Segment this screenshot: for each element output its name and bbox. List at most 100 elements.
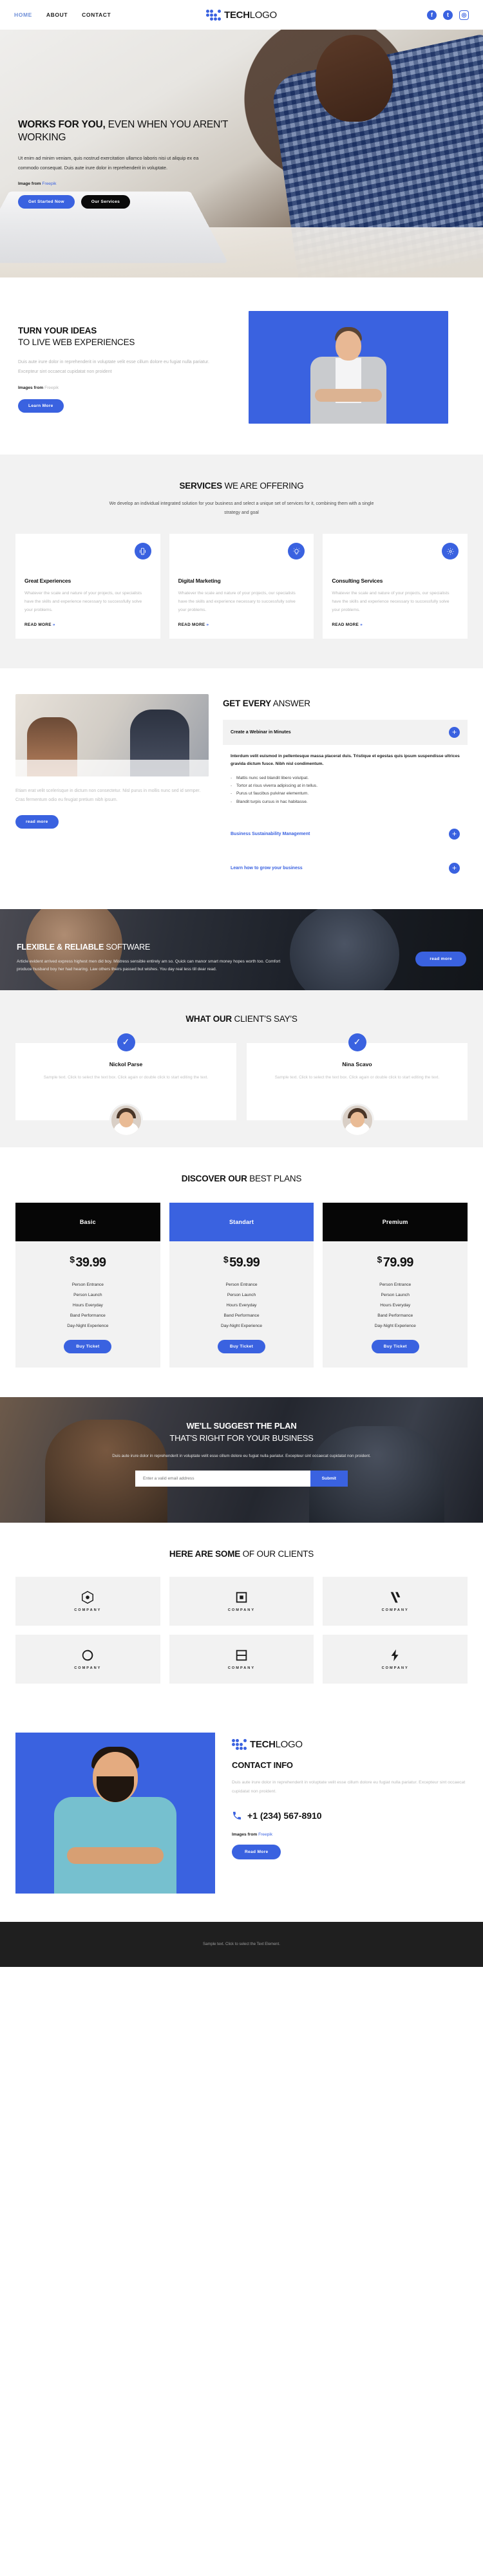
- plus-icon[interactable]: +: [449, 726, 460, 738]
- client-logo[interactable]: COMPANY: [323, 1577, 468, 1626]
- site-header: HOME ABOUT CONTACT TECHLOGO f t ◎: [0, 0, 483, 30]
- hero-credit-link[interactable]: Freepik: [42, 182, 56, 186]
- ideas-credit-link[interactable]: Freepik: [44, 386, 59, 390]
- client-logo[interactable]: COMPANY: [169, 1635, 314, 1684]
- ideas-image: [249, 311, 448, 424]
- newsletter-paragraph: Duis aute irure dolor in reprehenderit i…: [112, 1454, 371, 1459]
- pricing-plan-premium: Premium $79.99 Person Entrance Person La…: [323, 1203, 468, 1368]
- client-logo[interactable]: COMPANY: [15, 1577, 160, 1626]
- contact-read-more-button[interactable]: Read More: [232, 1845, 281, 1860]
- plan-feature: Hours Everyday: [72, 1302, 103, 1308]
- software-read-more-button[interactable]: read more: [415, 951, 466, 966]
- clients-title: HERE ARE SOME OF OUR CLIENTS: [169, 1549, 314, 1559]
- phone-icon: [233, 1812, 241, 1820]
- service-card[interactable]: Digital Marketing Whatever the scale and…: [169, 534, 314, 639]
- service-card[interactable]: Great Experiences Whatever the scale and…: [15, 534, 160, 639]
- email-input[interactable]: [135, 1471, 310, 1487]
- plan-feature: Person Launch: [381, 1292, 410, 1297]
- plan-feature: Band Performance: [70, 1313, 106, 1318]
- learn-more-button[interactable]: Learn More: [18, 399, 64, 413]
- client-logo[interactable]: COMPANY: [169, 1577, 314, 1626]
- ideas-section: TURN YOUR IDEAS TO LIVE WEB EXPERIENCES D…: [0, 277, 483, 455]
- facebook-icon[interactable]: f: [427, 10, 437, 20]
- logo-dots-icon: [206, 9, 222, 21]
- services-title: SERVICES WE ARE OFFERING: [179, 481, 304, 491]
- accordion-item-grow-business[interactable]: Learn how to grow your business +: [223, 856, 468, 881]
- page-root: HOME ABOUT CONTACT TECHLOGO f t ◎ WORKS …: [0, 0, 483, 1968]
- plan-feature: Band Performance: [377, 1313, 413, 1318]
- client-logo[interactable]: COMPANY: [15, 1635, 160, 1684]
- twitter-icon[interactable]: t: [443, 10, 453, 20]
- hero-copy: WORKS FOR YOU, EVEN WHEN YOU AREN'T WORK…: [18, 118, 231, 209]
- testimonial-name: Nickol Parse: [109, 1060, 143, 1067]
- service-read-more-link[interactable]: READ MORE »: [24, 623, 151, 627]
- accordion-paragraph: Interdum velit euismod in pellentesque m…: [231, 753, 460, 767]
- pricing-title: DISCOVER OUR BEST PLANS: [181, 1174, 302, 1184]
- client-logo-name: COMPANY: [74, 1666, 102, 1671]
- testimonial-cards: ✓ Nickol Parse Sample text. Click to sel…: [15, 1033, 468, 1138]
- plan-feature: Hours Everyday: [226, 1302, 257, 1308]
- ideas-title: TURN YOUR IDEAS TO LIVE WEB EXPERIENCES: [18, 326, 135, 348]
- pricing-plans: Basic $39.99 Person Entrance Person Laun…: [15, 1203, 468, 1368]
- contact-credit-link[interactable]: Freepik: [258, 1832, 272, 1837]
- client-logo-name: COMPANY: [381, 1666, 409, 1671]
- client-logo[interactable]: COMPANY: [323, 1635, 468, 1684]
- plus-icon[interactable]: +: [449, 862, 460, 874]
- contact-image-credit: Images from Freepik: [232, 1832, 273, 1838]
- contact-copy: TECHLOGO CONTACT INFO Duis aute irure do…: [232, 1733, 468, 1860]
- brand-logo[interactable]: TECHLOGO: [162, 9, 321, 21]
- contact-section: TECHLOGO CONTACT INFO Duis aute irure do…: [0, 1713, 483, 1922]
- hero-photo-head: [316, 35, 393, 122]
- service-cards: Great Experiences Whatever the scale and…: [15, 534, 468, 639]
- accordion-bullet: Mattis nunc sed blandit libero volutpat.: [231, 775, 460, 782]
- social-links: f t ◎: [321, 10, 469, 20]
- answers-read-more-button[interactable]: read more: [15, 815, 59, 829]
- contact-brand-logo[interactable]: TECHLOGO: [232, 1739, 468, 1751]
- nav-item-contact[interactable]: CONTACT: [82, 12, 111, 18]
- plus-icon[interactable]: +: [449, 828, 460, 840]
- service-card[interactable]: Consulting Services Whatever the scale a…: [323, 534, 468, 639]
- pricing-plan-standart: Standart $59.99 Person Entrance Person L…: [169, 1203, 314, 1368]
- service-read-more-link[interactable]: READ MORE »: [178, 623, 305, 627]
- accordion-item-webinar[interactable]: Create a Webinar in Minutes +: [223, 719, 468, 745]
- service-card-title: Great Experiences: [24, 578, 71, 585]
- plan-feature: Band Performance: [223, 1313, 260, 1318]
- client-logo-name: COMPANY: [74, 1608, 102, 1613]
- nav-item-home[interactable]: HOME: [14, 12, 32, 18]
- answers-left-paragraph: Etiam erat velit scelerisque in dictum n…: [15, 788, 201, 803]
- submit-button[interactable]: Submit: [310, 1471, 348, 1487]
- square-logo-icon: [236, 1650, 247, 1661]
- instagram-icon[interactable]: ◎: [459, 10, 469, 20]
- buy-ticket-button[interactable]: Buy Ticket: [371, 1340, 419, 1354]
- get-started-button[interactable]: Get Started Now: [18, 194, 75, 209]
- service-read-more-link[interactable]: READ MORE »: [332, 623, 459, 627]
- plan-feature: Day-Night Experience: [374, 1323, 416, 1328]
- buy-ticket-button[interactable]: Buy Ticket: [217, 1340, 266, 1354]
- ideas-paragraph: Duis aute irure dolor in reprehenderit i…: [18, 360, 209, 374]
- plan-name: Premium: [323, 1203, 468, 1242]
- client-logo-grid: COMPANY COMPANY COMPANY COMPANY COMPANY …: [15, 1577, 468, 1684]
- client-logo-name: COMPANY: [381, 1608, 409, 1613]
- hero-buttons: Get Started Now Our Services: [18, 194, 231, 209]
- hero-title: WORKS FOR YOU, EVEN WHEN YOU AREN'T WORK…: [18, 119, 228, 143]
- accordion-bullet: Blandit turpis cursus in hac habitasse.: [231, 798, 460, 806]
- our-services-button[interactable]: Our Services: [80, 194, 131, 209]
- accordion-bullet: Purus ut faucibus pulvinar elementum.: [231, 790, 460, 798]
- answers-section: Etiam erat velit scelerisque in dictum n…: [0, 668, 483, 909]
- contact-phone[interactable]: +1 (234) 567-8910: [232, 1810, 468, 1821]
- accordion-item-sustainability[interactable]: Business Sustainability Management +: [223, 822, 468, 847]
- software-paragraph: Article evident arrived express highest …: [17, 959, 281, 972]
- ideas-photo-person: [303, 327, 393, 424]
- brand-name: TECHLOGO: [224, 9, 277, 21]
- client-logo-name: COMPANY: [227, 1608, 256, 1613]
- gear-icon: [442, 543, 459, 560]
- hexagon-logo-icon: [82, 1591, 94, 1604]
- contact-title: CONTACT INFO: [232, 1760, 293, 1771]
- clients-section: HERE ARE SOME OF OUR CLIENTS COMPANY COM…: [0, 1523, 483, 1714]
- plan-name: Standart: [169, 1203, 314, 1242]
- software-banner: FLEXIBLE & RELIABLE SOFTWARE Article evi…: [0, 908, 483, 990]
- contact-paragraph: Duis aute irure dolor in reprehenderit i…: [232, 1780, 466, 1794]
- service-card-text: Whatever the scale and nature of your pr…: [178, 591, 296, 613]
- nav-item-about[interactable]: ABOUT: [46, 12, 68, 18]
- buy-ticket-button[interactable]: Buy Ticket: [64, 1340, 112, 1354]
